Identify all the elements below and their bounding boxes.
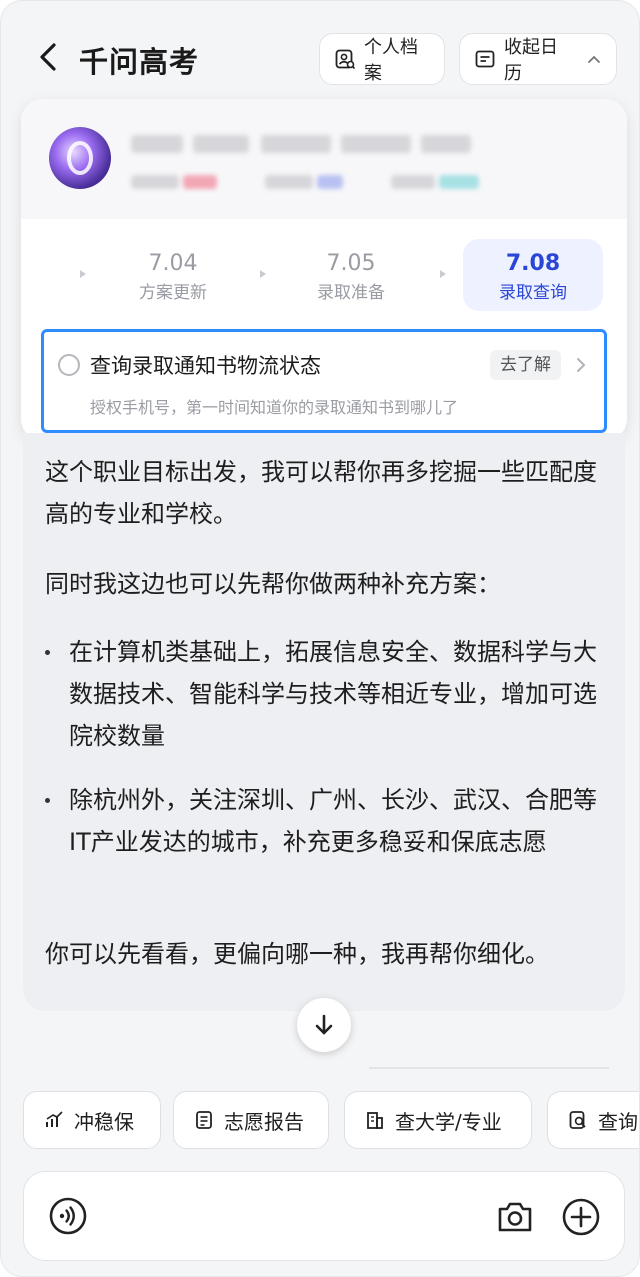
blurred-text (421, 135, 471, 153)
blurred-text (341, 135, 411, 153)
task-subtitle: 授权手机号，第一时间知道你的录取通知书到哪儿了 (90, 398, 459, 417)
list-item: 除杭州外，关注深圳、广州、长沙、武汉、合肥等IT产业发达的城市，补充更多稳妥和保… (45, 779, 605, 863)
learn-more-button[interactable]: 去了解 (490, 350, 561, 380)
blurred-text (391, 175, 435, 189)
bullet-dot (45, 798, 50, 803)
blurred-tag (439, 175, 479, 189)
tool-label: 志愿报告 (224, 1109, 304, 1134)
profile-button[interactable]: 个人档案 (319, 33, 445, 85)
calendar-icon (475, 50, 495, 68)
timeline-date: 7.05 (326, 251, 376, 276)
chevron-right-icon (577, 358, 586, 372)
timeline-step[interactable]: 7.05 录取准备 (281, 239, 421, 311)
chevron-left-icon (40, 43, 56, 71)
avatar (49, 127, 111, 189)
timeline-arrow-icon (440, 270, 446, 278)
tool-chongwenbao[interactable]: 冲稳保 (23, 1091, 161, 1149)
calendar-label: 收起日历 (504, 37, 558, 84)
admission-timeline: 7.04 方案更新 7.05 录取准备 7.08 录取查询 (21, 239, 627, 315)
timeline-label: 录取准备 (317, 283, 385, 303)
blurred-text (131, 175, 179, 189)
back-button[interactable] (31, 37, 65, 77)
timeline-step[interactable]: 7.04 方案更新 (103, 239, 243, 311)
tool-query[interactable]: 查询 (547, 1091, 639, 1149)
user-summary (21, 99, 627, 219)
app-screen: 千问高考 个人档案 收起日历 7.04 方案更新 7.05 录取准备 7.08 … (0, 0, 640, 1277)
list-item-text: 除杭州外，关注深圳、广州、长沙、武汉、合肥等IT产业发达的城市，补充更多稳妥和保… (69, 786, 597, 856)
task-title: 查询录取通知书物流状态 (90, 354, 321, 378)
admission-calendar-card: 7.04 方案更新 7.05 录取准备 7.08 录取查询 查询录取通知书物流状… (21, 99, 627, 441)
building-icon (367, 1112, 383, 1129)
tool-label: 冲稳保 (74, 1109, 134, 1134)
task-checkbox[interactable] (58, 354, 80, 376)
report-icon (196, 1111, 212, 1129)
chart-icon (46, 1111, 63, 1127)
voice-input-icon[interactable] (48, 1196, 88, 1236)
profile-label: 个人档案 (364, 37, 418, 84)
header: 千问高考 个人档案 收起日历 (1, 23, 639, 93)
timeline-label: 方案更新 (139, 283, 207, 303)
blurred-text (265, 175, 313, 189)
timeline-arrow-icon (260, 270, 266, 278)
timeline-label: 录取查询 (499, 283, 567, 303)
chevron-up-icon (588, 55, 600, 63)
camera-icon[interactable] (494, 1196, 536, 1238)
tool-label: 查询 (598, 1109, 638, 1134)
arrow-down-icon (315, 1014, 333, 1035)
tool-search-university[interactable]: 查大学/专业 (344, 1091, 532, 1149)
search-doc-icon (569, 1111, 586, 1129)
assistant-message: 这个职业目标出发，我可以帮你再多挖掘一些匹配度高的专业和学校。 同时我这边也可以… (23, 433, 625, 1011)
list-item: 在计算机类基础上，拓展信息安全、数据科学与大数据技术、智能科学与技术等相近专业，… (45, 631, 605, 757)
divider (369, 1067, 609, 1069)
list-item-text: 在计算机类基础上，拓展信息安全、数据科学与大数据技术、智能科学与技术等相近专业，… (69, 638, 597, 750)
collapse-calendar-button[interactable]: 收起日历 (459, 33, 617, 85)
blurred-tag (183, 175, 217, 189)
delivery-status-task[interactable]: 查询录取通知书物流状态 去了解 授权手机号，第一时间知道你的录取通知书到哪儿了 (41, 329, 607, 433)
timeline-date: 7.08 (505, 251, 561, 276)
profile-card-icon (335, 49, 356, 70)
message-paragraph: 这个职业目标出发，我可以帮你再多挖掘一些匹配度高的专业和学校。 (45, 458, 597, 528)
blurred-tag (317, 175, 343, 189)
timeline-step-active[interactable]: 7.08 录取查询 (463, 239, 603, 311)
tool-volunteer-report[interactable]: 志愿报告 (173, 1091, 329, 1149)
message-paragraph: 你可以先看看，更偏向哪一种，我再帮你细化。 (45, 940, 549, 968)
timeline-date: 7.04 (148, 251, 198, 276)
blurred-text (261, 135, 331, 153)
scroll-to-bottom-button[interactable] (297, 998, 351, 1052)
add-icon[interactable] (560, 1196, 602, 1238)
message-paragraph: 同时我这边也可以先帮你做两种补充方案： (45, 570, 501, 598)
blurred-text (131, 135, 183, 153)
bullet-dot (45, 650, 50, 655)
avatar-ring (67, 141, 93, 175)
tool-label: 查大学/专业 (395, 1109, 502, 1134)
page-title: 千问高考 (79, 45, 200, 79)
chat-input-bar[interactable] (23, 1171, 625, 1261)
blurred-text (193, 135, 249, 153)
timeline-arrow-icon (80, 270, 86, 278)
